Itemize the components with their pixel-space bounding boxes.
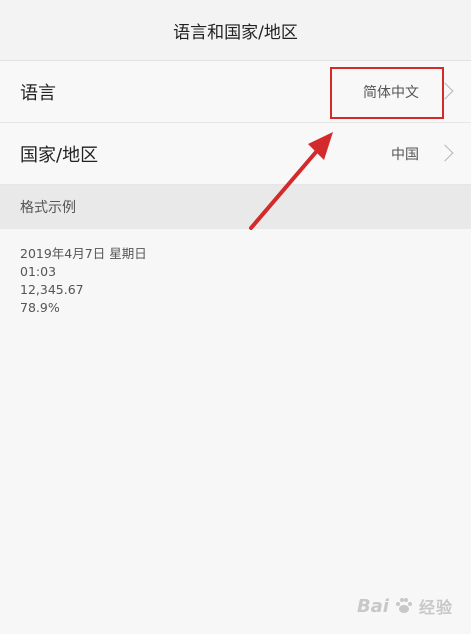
- format-example-title: 格式示例: [20, 200, 76, 216]
- percent-example: 78.9%: [20, 300, 60, 315]
- chevron-right-icon: [436, 144, 454, 161]
- time-example: 01:03: [20, 264, 57, 279]
- format-example-section-header: 格式示例: [0, 185, 471, 229]
- baidu-watermark: Bai 经验: [357, 594, 453, 618]
- page-title: 语言和国家/地区: [173, 22, 298, 43]
- region-label: 国家/地区: [20, 144, 99, 166]
- number-example: 12,345.67: [20, 282, 84, 297]
- highlight-box: [330, 67, 444, 119]
- watermark-right-text: 经验: [418, 598, 453, 617]
- date-example: 2019年4月7日 星期日: [20, 246, 147, 261]
- watermark-left-text: Bai: [356, 595, 389, 617]
- region-value: 中国: [391, 146, 419, 163]
- region-setting-row[interactable]: 国家/地区 中国: [0, 123, 471, 185]
- paw-icon: [395, 598, 412, 613]
- page-header: 语言和国家/地区: [0, 0, 471, 61]
- format-example-list: 2019年4月7日 星期日 01:03 12,345.67 78.9%: [20, 245, 147, 317]
- language-label: 语言: [20, 82, 56, 104]
